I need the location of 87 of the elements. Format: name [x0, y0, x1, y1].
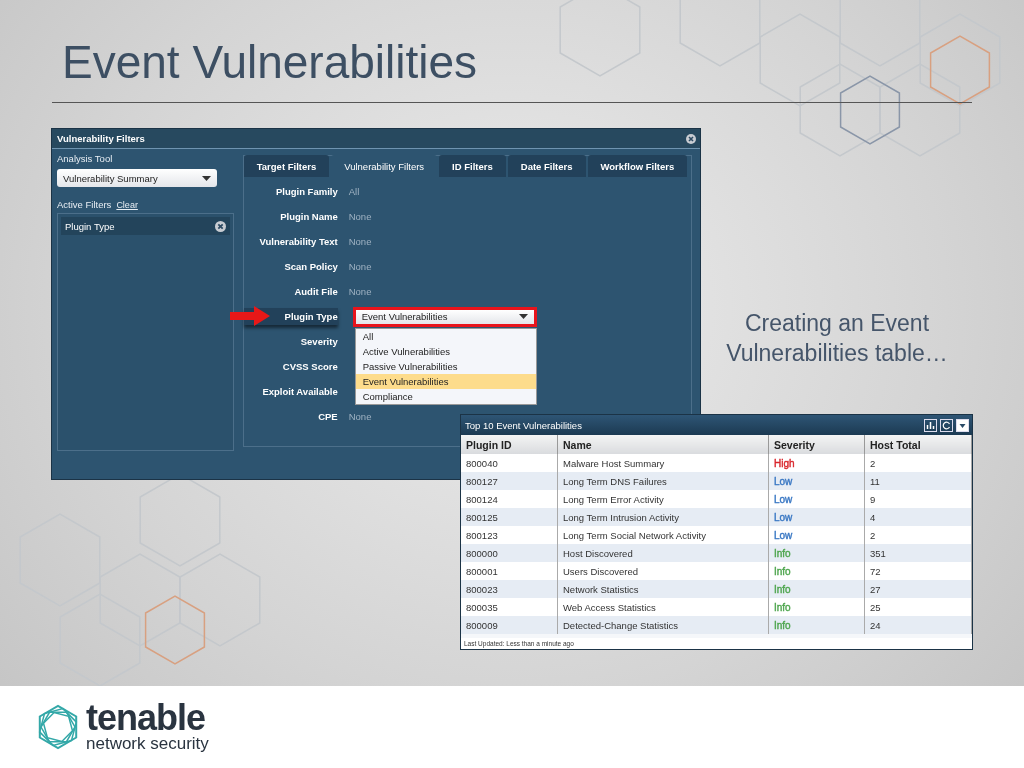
severity-label: Low — [774, 493, 793, 505]
severity-label: Info — [774, 583, 791, 595]
filter-label: Scan Policy — [283, 261, 338, 272]
filter-tab[interactable]: Workflow Filters — [587, 155, 688, 177]
table-cell: Web Access Statistics — [557, 598, 769, 616]
filter-value: None — [348, 411, 372, 422]
dropdown-option[interactable]: Compliance — [355, 388, 536, 404]
table-cell: 800123 — [461, 526, 558, 544]
table-cell: 11 — [864, 472, 972, 490]
table-cell: Long Term Social Network Activity — [557, 526, 769, 544]
severity-label: Low — [774, 529, 793, 541]
filter-label: Vulnerability Text — [258, 236, 338, 247]
table-cell: Detected-Change Statistics — [557, 616, 769, 634]
table-cell: 27 — [864, 580, 972, 598]
table-cell: 351 — [864, 544, 972, 562]
severity-label: Info — [774, 547, 791, 559]
window-title: Vulnerability Filters — [57, 133, 145, 144]
filter-label: Severity — [299, 336, 338, 347]
table-cell: 800000 — [461, 544, 558, 562]
filter-value: None — [348, 236, 372, 247]
table-cell: 25 — [864, 598, 972, 616]
table-cell: 800001 — [461, 562, 558, 580]
table-cell: Long Term Intrusion Activity — [557, 508, 769, 526]
table-cell: Network Statistics — [557, 580, 769, 598]
filter-tab[interactable]: Date Filters — [507, 155, 586, 177]
filter-label: Audit File — [293, 286, 338, 297]
dropdown-option[interactable]: Event Vulnerabilities — [355, 373, 536, 389]
dropdown-option[interactable]: All — [355, 328, 536, 344]
column-header[interactable]: Name — [557, 435, 769, 454]
dropdown-option[interactable]: Passive Vulnerabilities — [355, 358, 536, 374]
slide-caption: Creating an Event Vulnerabilities table… — [725, 309, 949, 368]
refresh-icon[interactable] — [940, 418, 953, 432]
filter-label: Plugin Family — [274, 186, 338, 197]
severity-label: Low — [774, 511, 793, 523]
table-cell: 2 — [864, 454, 972, 472]
table-cell: 2 — [864, 526, 972, 544]
filter-value: All — [348, 186, 360, 197]
table-cell: Host Discovered — [557, 544, 769, 562]
filter-value: None — [348, 261, 372, 272]
filter-tab[interactable]: ID Filters — [439, 155, 506, 177]
table-cell: 800124 — [461, 490, 558, 508]
table-cell: Malware Host Summary — [557, 454, 769, 472]
severity-label: Info — [774, 601, 791, 613]
table-cell: Long Term Error Activity — [557, 490, 769, 508]
chart-icon[interactable] — [924, 418, 937, 432]
plugin-type-select[interactable]: Event Vulnerabilities — [352, 306, 537, 327]
filter-label: CPE — [317, 411, 338, 422]
table-cell: 800040 — [461, 454, 558, 472]
analysis-tool-select[interactable]: Vulnerability Summary — [57, 169, 217, 187]
dropdown-icon[interactable] — [956, 418, 969, 432]
logo-tagline: network security — [86, 735, 209, 753]
table-cell: 800125 — [461, 508, 558, 526]
filter-label: Exploit Available — [261, 386, 338, 397]
dropdown-option[interactable]: Active Vulnerabilities — [355, 343, 536, 359]
filter-value: None — [348, 211, 372, 222]
slide-title: Event Vulnerabilities — [62, 35, 479, 90]
column-header[interactable]: Severity — [768, 435, 865, 454]
table-cell: 800009 — [461, 616, 558, 634]
filter-label: CVSS Score — [281, 361, 338, 372]
severity-label: Low — [774, 475, 793, 487]
table-cell: 72 — [864, 562, 972, 580]
table-cell: 4 — [864, 508, 972, 526]
table-cell: 24 — [864, 616, 972, 634]
caret-icon — [202, 175, 211, 181]
table-cell: Users Discovered — [557, 562, 769, 580]
table-cell: 800023 — [461, 580, 558, 598]
filter-label: Plugin Name — [279, 211, 338, 222]
remove-icon[interactable] — [214, 220, 226, 232]
field-label: Active Filters — [57, 199, 112, 210]
severity-label: Info — [774, 565, 791, 577]
table-cell: 800035 — [461, 598, 558, 616]
active-filter-item[interactable]: Plugin Type — [61, 217, 230, 235]
severity-label: High — [774, 457, 795, 469]
table-cell: 9 — [864, 490, 972, 508]
column-header[interactable]: Plugin ID — [461, 435, 558, 454]
filter-value: None — [348, 286, 372, 297]
window-title: Top 10 Event Vulnerabilities — [465, 419, 582, 431]
caret-icon — [518, 314, 528, 319]
close-icon[interactable] — [686, 133, 696, 144]
filter-tab[interactable]: Target Filters — [243, 155, 330, 177]
clear-link[interactable]: Clear — [116, 200, 138, 210]
table-cell: Long Term DNS Failures — [557, 472, 769, 490]
column-header[interactable]: Host Total — [864, 435, 972, 454]
logo-wordmark: tenable — [86, 701, 206, 735]
table-cell: 800127 — [461, 472, 558, 490]
field-label: Analysis Tool — [57, 153, 114, 164]
severity-label: Info — [774, 619, 791, 631]
